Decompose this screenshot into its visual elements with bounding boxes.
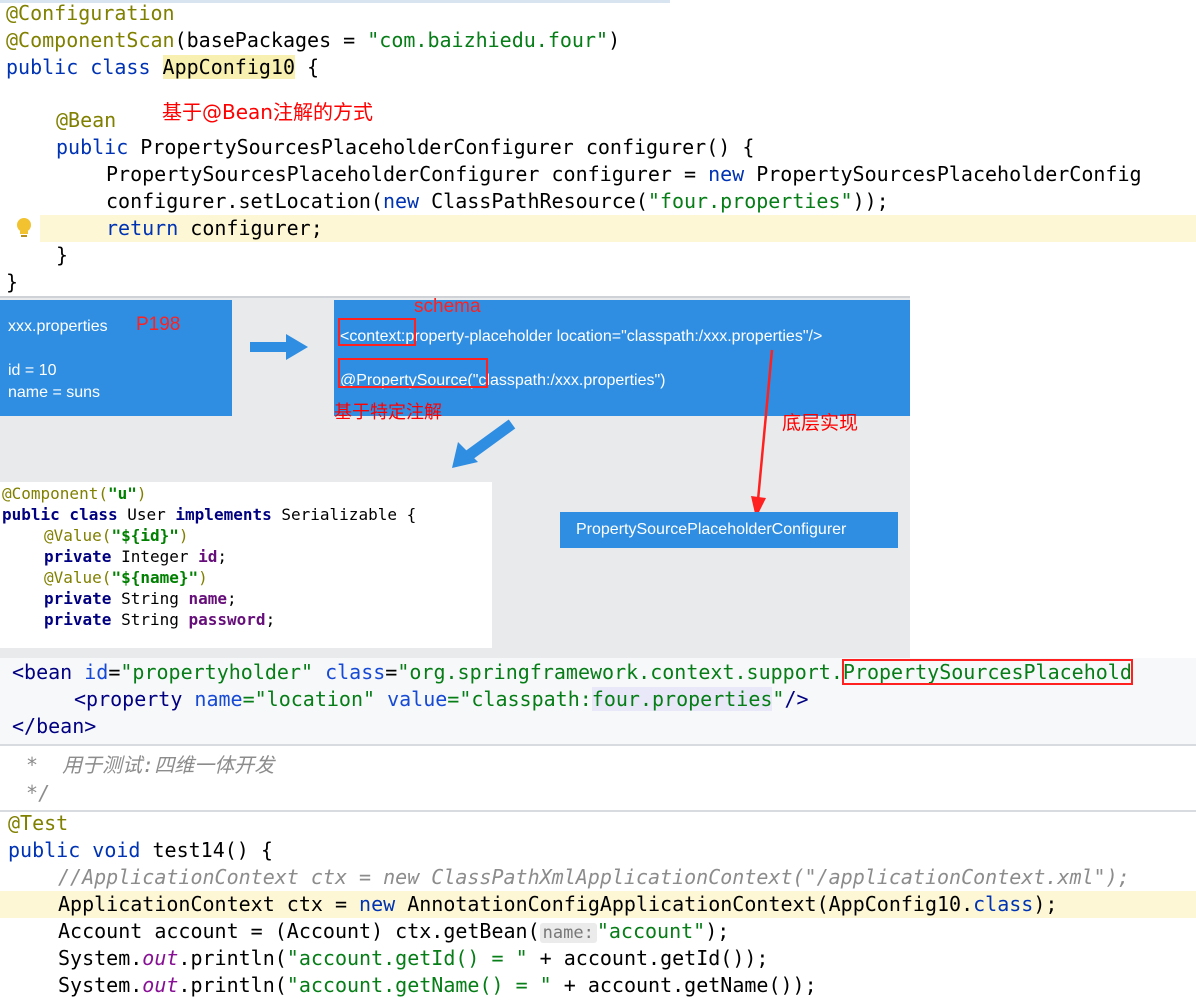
xml-bean-panel: <bean id="propertyholder" class="org.spr…	[0, 658, 1196, 744]
code-line: @ComponentScan(basePackages = "com.baizh…	[6, 28, 621, 52]
property-line: id = 10	[8, 362, 57, 379]
appconfig-code-panel: @Configuration @ComponentScan(basePackag…	[0, 0, 1196, 296]
properties-box: xxx.properties P198 id = 10 name = suns	[0, 300, 232, 416]
bean-annotation-note: 基于@Bean注解的方式	[162, 100, 373, 124]
code-line: public class User implements Serializabl…	[2, 505, 417, 524]
page-ref: P198	[136, 314, 181, 335]
code-line: System.out.println("account.getId() = " …	[58, 946, 769, 970]
code-line: ApplicationContext ctx = new AnnotationC…	[58, 892, 1058, 916]
code-line: public void test14() {	[8, 838, 273, 862]
lightbulb-icon[interactable]	[14, 216, 34, 240]
divider	[0, 810, 1196, 812]
code-line: * 用于测试:四维一体开发	[14, 753, 275, 777]
code-line: </bean>	[12, 714, 97, 738]
down-left-arrow-icon	[450, 418, 520, 476]
code-line: PropertySourcesPlaceholderConfigurer con…	[106, 162, 1142, 186]
code-line: private String name;	[44, 589, 237, 608]
boxed-class-name: PropertySourcesPlacehold	[841, 659, 1133, 685]
code-line: <property name="location" value="classpa…	[74, 687, 809, 711]
code-line: private String password;	[44, 610, 276, 629]
code-line: return configurer;	[106, 216, 323, 240]
right-arrow-icon	[250, 334, 310, 364]
divider	[0, 744, 1196, 746]
code-line: @Bean	[56, 108, 117, 132]
test-method-panel: @Test public void test14() { //Applicati…	[0, 810, 1196, 1002]
red-down-arrow-icon	[748, 348, 778, 524]
code-line: System.out.println("account.getName() = …	[58, 973, 817, 997]
code-line: }	[6, 270, 19, 294]
code-line: <bean id="propertyholder" class="org.spr…	[12, 659, 1133, 685]
code-line: @Value("${id}")	[44, 526, 189, 545]
property-source-highlight-box	[338, 358, 488, 388]
code-line: //ApplicationContext ctx = new ClassPath…	[58, 865, 1130, 889]
special-annotation-label: 基于特定注解	[334, 402, 442, 423]
code-line: Account account = (Account) ctx.getBean(…	[58, 919, 730, 943]
code-line: */	[14, 781, 51, 805]
slide-right-margin	[910, 296, 1196, 658]
code-line: @Value("${name}")	[44, 568, 208, 587]
parameter-hint: name:	[539, 923, 597, 943]
class-name-highlight: AppConfig10	[162, 55, 295, 79]
code-line: public class AppConfig10 {	[6, 55, 320, 79]
underlying-impl-label: 底层实现	[782, 412, 859, 434]
code-line: configurer.setLocation(new ClassPathReso…	[106, 189, 889, 213]
schema-label: schema	[414, 296, 481, 317]
code-line: @Configuration	[6, 1, 175, 25]
code-line: @Component("u")	[2, 484, 147, 503]
code-line: @Test	[8, 811, 69, 835]
configurer-box: PropertySourcePlaceholderConfigurer	[560, 512, 898, 548]
code-line: private Integer id;	[44, 547, 228, 566]
property-line: name = suns	[8, 384, 101, 401]
schema-highlight-box	[338, 318, 416, 346]
user-code-card: @Component("u") public class User implem…	[0, 482, 492, 648]
configurer-label: PropertySourcePlaceholderConfigurer	[576, 521, 847, 538]
properties-title: xxx.properties	[8, 318, 108, 335]
comment-panel: * 用于测试:四维一体开发 */	[0, 744, 1196, 810]
slide-diagram: xxx.properties P198 id = 10 name = suns …	[0, 296, 1196, 658]
code-line: public PropertySourcesPlaceholderConfigu…	[56, 135, 755, 159]
code-line: }	[56, 243, 69, 267]
